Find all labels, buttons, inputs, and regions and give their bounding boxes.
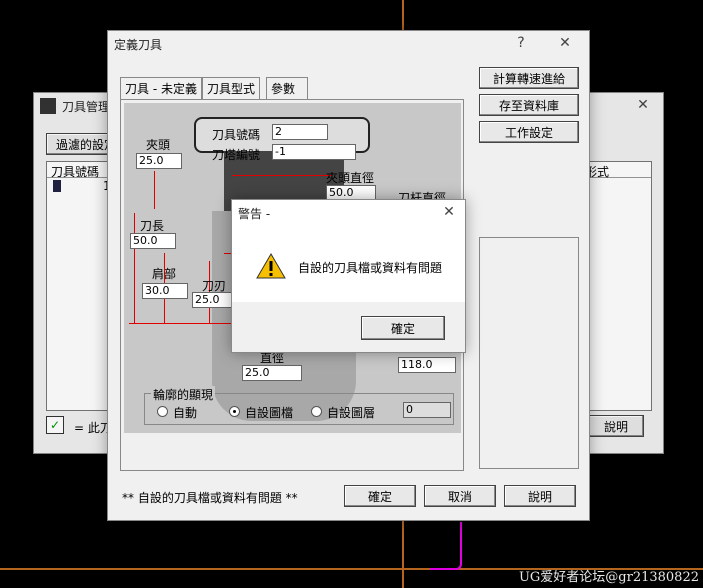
collet-dia-label: 夾頭直徑 xyxy=(326,171,375,185)
length-field[interactable]: 50.0 xyxy=(130,233,176,249)
radio-auto-label: 自動 xyxy=(173,406,198,420)
cancel-button[interactable]: 取消 xyxy=(424,485,496,507)
status-text: ** 自設的刀具檔或資料有問題 ** xyxy=(122,491,298,505)
holder-number-label: 刀塔編號 xyxy=(212,148,261,162)
warning-title: 警告 - xyxy=(238,206,271,221)
dim-collet-v xyxy=(154,171,155,209)
warning-close-icon[interactable]: ✕ xyxy=(439,204,459,222)
radio-auto[interactable] xyxy=(157,406,168,417)
dim-length-v xyxy=(134,213,135,323)
tab-params[interactable]: 參數 xyxy=(266,77,308,99)
radio-custom-file-label: 自設圖檔 xyxy=(245,406,294,420)
radio-custom-file[interactable] xyxy=(229,406,240,417)
warning-icon xyxy=(256,253,286,279)
dim-collet-dia-line xyxy=(232,175,332,176)
collet-field[interactable]: 25.0 xyxy=(136,153,182,169)
warning-dialog: 警告 - ✕ 自設的刀具檔或資料有問題 確定 xyxy=(231,199,466,353)
tool-number-label: 刀具號碼 xyxy=(212,128,261,142)
collet-label: 夾頭 xyxy=(146,138,171,152)
calc-speed-feed-button[interactable]: 計算轉速進給 xyxy=(479,67,579,89)
radio-custom-layer[interactable] xyxy=(311,406,322,417)
profile-group-title: 輪廓的顯現 xyxy=(151,386,216,403)
layer-field[interactable]: 0 xyxy=(403,402,451,418)
shoulder-label: 肩部 xyxy=(152,267,177,281)
radio-custom-layer-label: 自設圖層 xyxy=(327,406,376,420)
help-icon[interactable]: ? xyxy=(511,35,531,53)
profile-display-group: 輪廓的顯現 自動 自設圖檔 自設圖層 0 xyxy=(144,386,454,425)
shoulder-field[interactable]: 30.0 xyxy=(142,283,188,299)
warning-titlebar: 警告 - xyxy=(232,200,465,226)
holder-number-field[interactable]: -1 xyxy=(272,144,356,160)
tool-number-field[interactable]: 2 xyxy=(272,124,328,140)
tool-manager-help-button[interactable]: 說明 xyxy=(588,415,644,437)
work-settings-button[interactable]: 工作設定 xyxy=(479,121,579,143)
help-button[interactable]: 說明 xyxy=(504,485,576,507)
tool-icon xyxy=(53,180,61,192)
warning-message: 自設的刀具檔或資料有問題 xyxy=(298,261,443,275)
tool-manager-title: 刀具管理 xyxy=(62,99,111,114)
tab-tool-type[interactable]: 刀具型式 xyxy=(202,77,261,99)
save-to-database-button[interactable]: 存至資料庫 xyxy=(479,94,579,116)
overall-length-field[interactable]: 118.0 xyxy=(398,357,456,373)
warning-footer: 確定 xyxy=(232,302,465,352)
length-label: 刀長 xyxy=(140,219,165,233)
ok-button[interactable]: 確定 xyxy=(344,485,416,507)
tab-bar: 刀具 - 未定義 刀具型式 參數 xyxy=(120,77,460,100)
warning-ok-button[interactable]: 確定 xyxy=(361,316,445,340)
tool-preview xyxy=(479,237,579,469)
tool-path-shape xyxy=(430,522,462,570)
tab-tool[interactable]: 刀具 - 未定義 xyxy=(120,77,202,100)
checkmark-icon: ✓ xyxy=(46,416,64,434)
tool-manager-close-icon[interactable]: ✕ xyxy=(633,97,653,115)
diameter-field[interactable]: 25.0 xyxy=(242,365,302,381)
watermark: UG爱好者论坛@gr21380822 xyxy=(518,570,699,585)
define-tool-title: 定義刀具 xyxy=(114,37,163,52)
close-icon[interactable]: ✕ xyxy=(555,35,575,53)
tool-manager-app-icon xyxy=(40,98,56,114)
radio-dot xyxy=(233,410,236,413)
